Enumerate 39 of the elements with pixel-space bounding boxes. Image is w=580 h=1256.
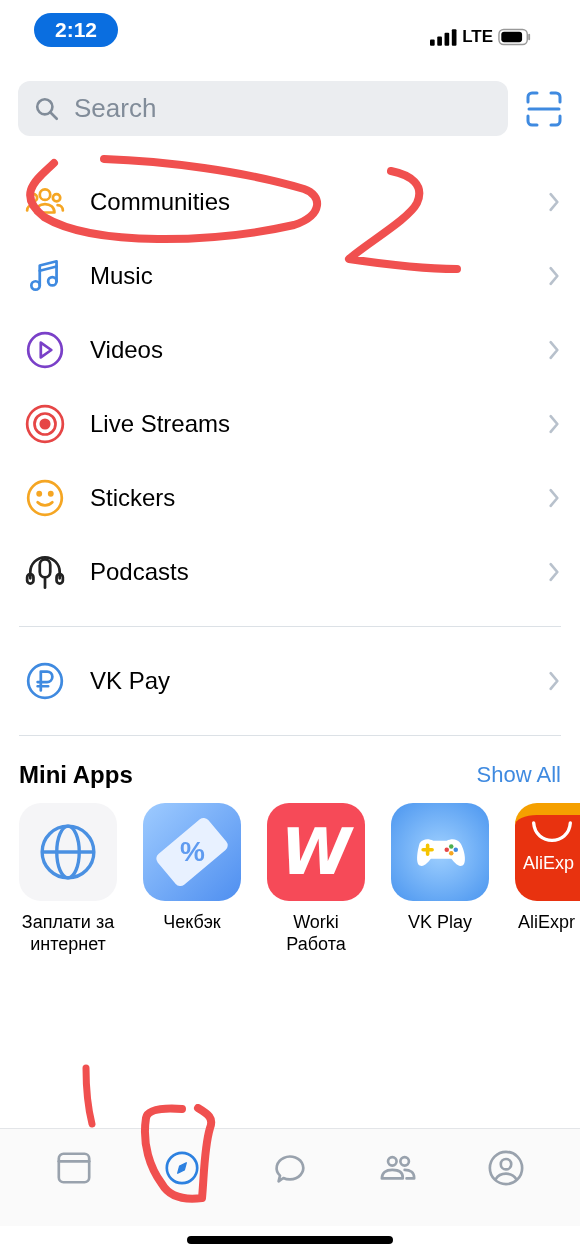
menu-item[interactable]: Music — [0, 239, 580, 313]
app-name: AliExpr — [518, 911, 575, 933]
menu-item[interactable]: Videos — [0, 313, 580, 387]
app-name: Чекбэк — [163, 911, 221, 933]
chevron-icon — [548, 488, 560, 508]
explore-tab-icon[interactable] — [163, 1149, 201, 1187]
shopping-app-icon[interactable]: AliExp — [515, 803, 580, 901]
chevron-icon — [548, 671, 560, 691]
video-icon — [24, 329, 66, 371]
search-icon — [34, 96, 60, 122]
globe-app-icon[interactable] — [19, 803, 117, 901]
status-time: 2:12 — [34, 13, 118, 47]
app-name: Заплати за интернет — [20, 911, 116, 955]
chevron-icon — [548, 340, 560, 360]
live-icon — [24, 403, 66, 445]
menu-item[interactable]: VK Pay — [0, 644, 580, 718]
app-name: VK Play — [408, 911, 472, 933]
menu-item[interactable]: Communities — [0, 165, 580, 239]
ruble-icon — [24, 660, 66, 702]
news-tab-icon[interactable] — [55, 1149, 93, 1187]
battery-icon — [498, 28, 532, 46]
search-field[interactable]: Search — [18, 81, 508, 136]
chevron-icon — [548, 192, 560, 212]
section-title: Mini Apps — [19, 761, 133, 789]
app-name: Worki Работа — [285, 911, 347, 955]
show-all-link[interactable]: Show All — [476, 762, 561, 788]
gamepad-app-icon[interactable] — [391, 803, 489, 901]
sticker-icon — [24, 477, 66, 519]
chevron-icon — [548, 562, 560, 582]
menu-item[interactable]: Stickers — [0, 461, 580, 535]
scan-icon[interactable] — [526, 90, 562, 127]
network-label: LTE — [462, 27, 493, 47]
scribble-drawing — [80, 1064, 96, 1128]
chevron-icon — [548, 266, 560, 286]
menu-item[interactable]: Podcasts — [0, 535, 580, 609]
profile-tab-icon[interactable] — [487, 1149, 525, 1187]
chevron-icon — [548, 414, 560, 434]
signal-icon — [430, 28, 458, 46]
menu-item[interactable]: Live Streams — [0, 387, 580, 461]
